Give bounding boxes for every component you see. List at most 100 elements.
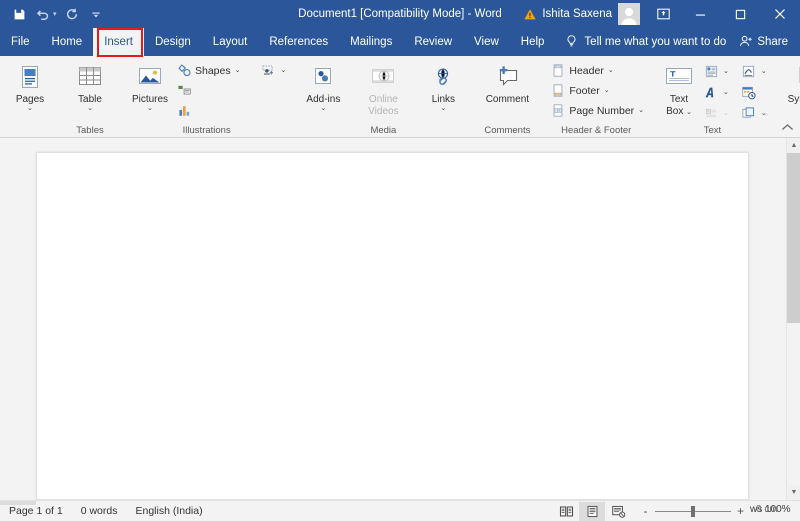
pages-dropdown-caret-icon[interactable]: ⌄ [27, 105, 33, 113]
footer-dropdown-caret-icon[interactable]: ⌄ [602, 87, 612, 95]
redo-icon[interactable] [61, 3, 83, 25]
scroll-up-arrow-icon[interactable]: ▲ [787, 138, 800, 153]
tab-mailings[interactable]: Mailings [339, 28, 403, 56]
customize-quick-access-toolbar-icon[interactable] [85, 3, 107, 25]
undo-icon[interactable] [32, 3, 54, 25]
online-videos-button[interactable]: Online Videos [358, 59, 408, 117]
ribbon-group-header-footer: Header ⌄ Footer ⌄ Page Number ⌄ Header &… [541, 56, 651, 138]
text-box-dropdown-caret-icon[interactable]: ⌄ [686, 109, 692, 116]
quick-parts-dropdown-caret-icon[interactable]: ⌄ [721, 68, 731, 76]
text-box-label-line1: Text [669, 94, 689, 105]
share-button[interactable]: Share [739, 28, 800, 56]
ribbon-display-options-icon[interactable] [646, 0, 680, 28]
tab-view[interactable]: View [463, 28, 510, 56]
zoom-in-button[interactable]: + [736, 504, 745, 518]
page-number-button[interactable]: Page Number ⌄ [549, 101, 646, 120]
zoom-slider[interactable] [655, 505, 731, 517]
group-label-links [413, 124, 473, 138]
maximize-icon[interactable] [720, 0, 760, 28]
pages-label: Pages [15, 94, 45, 105]
scroll-down-arrow-icon[interactable]: ▼ [787, 485, 800, 500]
scrollbar-thumb[interactable] [787, 153, 800, 323]
table-label: Table [78, 94, 102, 105]
footer-button[interactable]: Footer ⌄ [549, 81, 646, 100]
comment-label: Comment [485, 94, 530, 105]
icons-gallery-icon[interactable] [259, 62, 277, 80]
icons-dropdown-caret-icon[interactable]: ⌄ [279, 67, 289, 75]
status-bar-stub [0, 501, 36, 505]
collapse-ribbon-chevron-icon[interactable] [781, 123, 794, 135]
ribbon-group-comments: Comment Comments [473, 56, 541, 138]
table-dropdown-caret-icon[interactable]: ⌄ [87, 105, 93, 113]
links-dropdown-caret-icon[interactable]: ⌄ [440, 105, 446, 113]
document-page[interactable] [36, 152, 749, 500]
pages-button[interactable]: Pages ⌄ [5, 59, 55, 113]
wordart-icon[interactable] [702, 84, 720, 102]
tab-references[interactable]: References [258, 28, 339, 56]
page-count-status[interactable]: Page 1 of 1 [0, 505, 72, 517]
header-page-icon [549, 62, 567, 80]
tab-layout[interactable]: Layout [202, 28, 259, 56]
drop-cap-dropdown-caret-icon[interactable]: ⌄ [721, 110, 731, 118]
tab-file[interactable]: File [0, 28, 41, 56]
print-layout-icon[interactable] [579, 501, 605, 521]
save-icon[interactable] [8, 3, 30, 25]
group-label-text: Text [703, 125, 722, 136]
addins-dropdown-caret-icon[interactable]: ⌄ [320, 105, 326, 113]
signature-line-icon[interactable] [740, 63, 758, 81]
zoom-slider-handle[interactable] [691, 506, 695, 517]
header-dropdown-caret-icon[interactable]: ⌄ [606, 67, 616, 75]
tell-me-label: Tell me what you want to do [584, 36, 727, 48]
document-canvas[interactable] [0, 138, 786, 500]
zoom-out-button[interactable]: - [641, 504, 650, 518]
text-box-button[interactable]: Text Box ⌄ [656, 59, 702, 117]
group-label-illustrations: Illustrations [182, 125, 231, 136]
chart-icon [175, 102, 193, 120]
zoom-control: - + ws 100% 0 cm [631, 504, 796, 518]
web-layout-icon[interactable] [605, 502, 631, 521]
object-icon[interactable] [740, 105, 758, 123]
wordart-dropdown-caret-icon[interactable]: ⌄ [721, 89, 731, 97]
omega-symbol-icon: Ω [791, 61, 800, 93]
tab-insert[interactable]: Insert [93, 28, 144, 56]
drop-cap-icon[interactable] [702, 105, 720, 123]
language-status[interactable]: English (India) [126, 505, 211, 517]
tab-help[interactable]: Help [510, 28, 556, 56]
chart-button[interactable] [175, 101, 288, 120]
links-button[interactable]: Links ⌄ [418, 59, 468, 113]
title-bar: ▾ Document1 [Compatibility Mode] - Word … [0, 0, 800, 28]
pictures-dropdown-caret-icon[interactable]: ⌄ [147, 105, 153, 113]
shapes-button[interactable]: Shapes ⌄ ⌄ [175, 61, 288, 80]
zoom-percentage-label[interactable]: ws 100% 0 cm [750, 504, 796, 518]
symbols-label: Symbols [787, 94, 800, 105]
object-dropdown-caret-icon[interactable]: ⌄ [759, 110, 769, 118]
date-time-icon[interactable] [740, 84, 758, 102]
comment-button[interactable]: Comment [478, 59, 536, 105]
symbols-button[interactable]: Ω Symbols ⌄ [779, 59, 800, 113]
word-count-status[interactable]: 0 words [72, 505, 127, 517]
minimize-icon[interactable] [680, 0, 720, 28]
vertical-scrollbar[interactable]: ▲ ▼ [786, 138, 800, 500]
smartart-button[interactable] [175, 81, 288, 100]
pictures-button[interactable]: Pictures ⌄ [125, 59, 175, 113]
tell-me-search[interactable]: Tell me what you want to do [555, 28, 726, 56]
signature-dropdown-caret-icon[interactable]: ⌄ [759, 68, 769, 76]
close-icon[interactable] [760, 0, 800, 28]
read-mode-icon[interactable] [553, 502, 579, 521]
page-number-dropdown-caret-icon[interactable]: ⌄ [636, 107, 646, 115]
tab-review[interactable]: Review [403, 28, 463, 56]
ribbon-tab-bar: File Home Insert Design Layout Reference… [0, 28, 800, 56]
shapes-dropdown-caret-icon[interactable]: ⌄ [233, 67, 243, 75]
header-button[interactable]: Header ⌄ [549, 61, 646, 80]
addins-label: Add-ins [306, 94, 341, 105]
undo-dropdown-caret-icon[interactable]: ▾ [53, 11, 57, 18]
account-name[interactable]: Ishita Saxena [540, 8, 618, 20]
group-label-header-footer: Header & Footer [561, 125, 632, 136]
addins-button[interactable]: Add-ins ⌄ [298, 59, 348, 113]
pictures-icon [134, 61, 166, 93]
tab-home[interactable]: Home [41, 28, 94, 56]
quick-parts-icon[interactable] [702, 63, 720, 81]
tab-design[interactable]: Design [144, 28, 202, 56]
avatar[interactable] [618, 3, 640, 25]
table-button[interactable]: Table ⌄ [65, 59, 115, 113]
